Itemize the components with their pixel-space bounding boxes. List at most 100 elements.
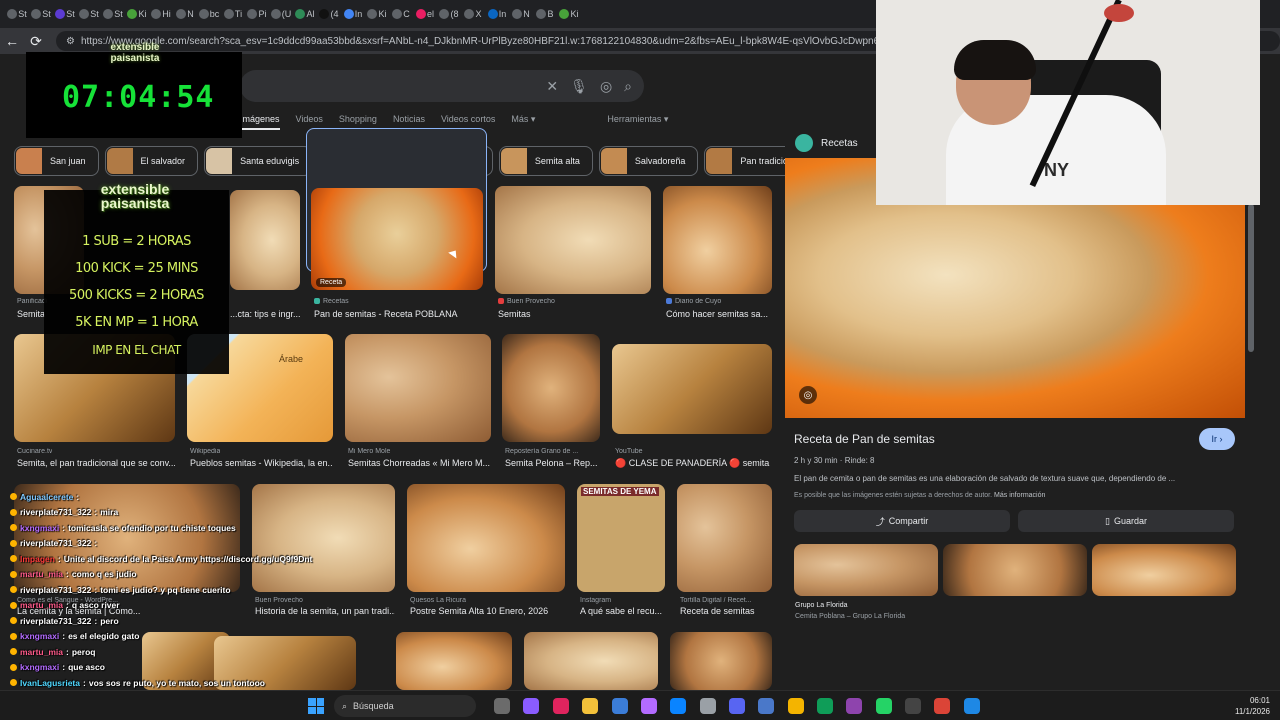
result-title[interactable]: Pueblos semitas - Wikipedia, la en... [190,458,332,468]
taskbar-app-icon[interactable] [817,698,833,714]
taskbar-app-icon[interactable] [612,698,628,714]
result-image[interactable] [345,334,491,442]
microphone-icon[interactable]: 🎙 [570,78,588,95]
tab-more[interactable]: Más ▾ [511,114,535,130]
browser-tab[interactable]: Ti [222,4,244,24]
chat-username[interactable]: riverplate731_322 [20,507,91,517]
result-image[interactable] [612,344,772,434]
taskbar-app-icon[interactable] [494,698,510,714]
browser-tab[interactable]: Ki [126,4,148,24]
browser-tab[interactable]: C [390,4,412,24]
share-button[interactable]: ⤴ Compartir [794,510,1010,532]
browser-tab[interactable]: N [174,4,196,24]
related-chip[interactable]: Santa eduvigis [204,146,313,176]
related-image[interactable] [794,544,938,596]
result-title[interactable]: Postre Semita Alta 10 Enero, 2026 [410,606,548,616]
reload-button[interactable]: ⟳ [24,29,48,53]
chat-username[interactable]: martu_mia [20,569,63,579]
browser-tab[interactable]: X [462,4,484,24]
result-title[interactable]: Pan de semitas - Receta POBLANA [314,309,484,319]
search-icon[interactable]: ⌕ [624,78,632,95]
panel-scrollbar[interactable] [1248,204,1254,352]
result-image[interactable] [677,484,772,592]
related-image[interactable] [943,544,1087,596]
result-title[interactable]: Semita [17,309,45,319]
panel-title[interactable]: Receta de Pan de semitas [794,432,935,446]
result-image[interactable] [407,484,565,592]
browser-tab[interactable]: el [414,4,436,24]
taskbar-app-icon[interactable] [670,698,686,714]
taskbar-app-icon[interactable] [700,698,716,714]
result-image[interactable] [396,632,512,690]
chat-username[interactable]: Impagen [20,554,55,564]
taskbar-app-icon[interactable] [905,698,921,714]
result-title[interactable]: Semita, el pan tradicional que se conv..… [17,458,175,468]
chat-username[interactable]: kxngmaxi [20,523,59,533]
taskbar-app-icon[interactable] [846,698,862,714]
result-title[interactable]: 🔴 CLASE DE PANADERÍA 🔴 semita ... [615,458,772,469]
result-title[interactable]: Receta de semitas [680,606,755,616]
browser-tab[interactable]: Al [294,4,316,24]
system-clock[interactable]: 06:01 11/1/2026 [1216,695,1270,717]
panel-source[interactable]: Recetas [795,134,858,152]
browser-tab[interactable]: In [342,4,364,24]
result-image[interactable] [663,186,772,294]
browser-tab[interactable]: In [486,4,508,24]
chat-username[interactable]: riverplate731_322 [20,585,91,595]
taskbar-app-icon[interactable] [641,698,657,714]
related-chip[interactable]: Semita alta [498,146,593,176]
taskbar-app-icon[interactable] [582,698,598,714]
browser-tab[interactable]: B [534,4,556,24]
browser-tab[interactable]: (U [270,4,292,24]
result-title[interactable]: ...cta: tips e ingr... [230,309,300,319]
related-image[interactable] [1092,544,1236,596]
taskbar-app-icon[interactable] [758,698,774,714]
result-title[interactable]: Semitas Chorreadas « Mi Mero M... [348,458,490,468]
chat-username[interactable]: kxngmaxi [20,631,59,641]
site-info-icon[interactable]: ⚙ [66,36,75,47]
result-title[interactable]: Semitas [498,309,531,319]
taskbar-search[interactable]: ⌕ Búsqueda [334,695,476,717]
tools-button[interactable]: Herramientas ▾ [607,114,668,130]
result-image[interactable] [502,334,600,442]
chat-username[interactable]: martu_mia [20,600,63,610]
visit-button[interactable]: Ir › [1199,428,1235,450]
chat-username[interactable]: riverplate731_322 [20,616,91,626]
save-button[interactable]: ▯ Guardar [1018,510,1234,532]
result-title[interactable]: Semita Pelona – Rep... [505,458,601,468]
chat-username[interactable]: kxngmaxi [20,662,59,672]
taskbar-app-icon[interactable] [788,698,804,714]
tab-images[interactable]: Imágenes [240,114,280,130]
result-image[interactable]: SEMITAS DE YEMA [577,484,665,592]
browser-tab[interactable]: Ki [558,4,580,24]
result-image-selected[interactable] [311,188,483,290]
chat-username[interactable]: riverplate731_322 [20,538,91,548]
browser-tab[interactable]: bc [198,4,220,24]
browser-tab[interactable]: St [54,4,76,24]
related-chip[interactable]: El salvador [104,146,199,176]
taskbar-app-icon[interactable] [876,698,892,714]
chat-username[interactable]: Aguaalcerete [20,492,73,502]
taskbar-app-icon[interactable] [934,698,950,714]
result-image[interactable] [495,186,651,294]
search-input[interactable]: ✕ 🎙 ◎ ⌕ [240,70,644,102]
browser-tab[interactable]: (8 [438,4,460,24]
browser-tab[interactable]: St [6,4,28,24]
result-image[interactable] [230,190,300,290]
browser-tab[interactable]: (4 [318,4,340,24]
taskbar-app-icon[interactable] [964,698,980,714]
browser-tab[interactable]: Pi [246,4,268,24]
browser-tab[interactable]: N [510,4,532,24]
taskbar-app-icon[interactable] [553,698,569,714]
browser-tab[interactable]: Hi [150,4,172,24]
lens-icon[interactable]: ◎ [600,78,612,95]
browser-tab[interactable]: St [102,4,124,24]
chat-username[interactable]: martu_mia [20,647,63,657]
chat-username[interactable]: IvanLagusrieta [20,678,80,688]
taskbar-app-icon[interactable] [729,698,745,714]
result-title[interactable]: Cómo hacer semitas sa... [666,309,770,319]
more-info-link[interactable]: Más información [994,492,1045,499]
taskbar-app-icon[interactable] [523,698,539,714]
browser-tab[interactable]: St [78,4,100,24]
result-image[interactable] [524,632,658,690]
